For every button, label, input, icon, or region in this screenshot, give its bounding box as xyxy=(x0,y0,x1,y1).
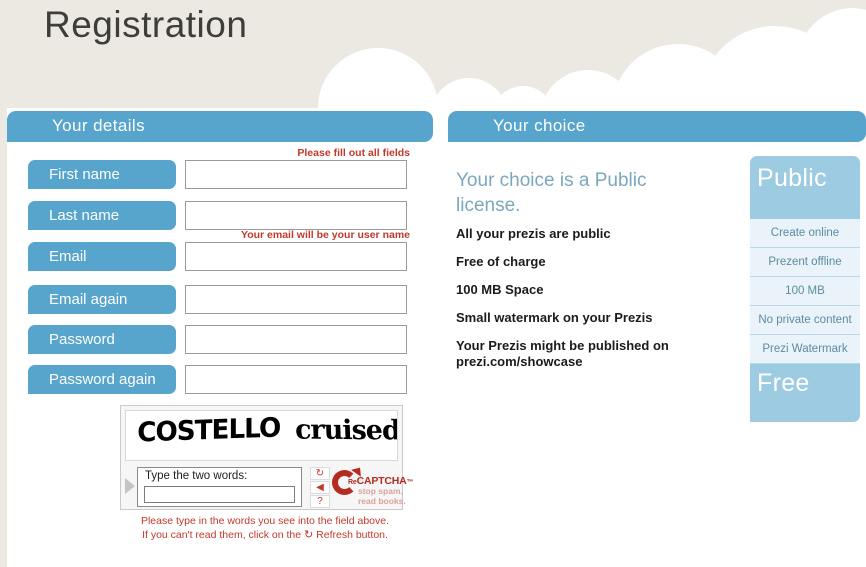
label-first-name: First name xyxy=(28,160,176,189)
last-name-input[interactable] xyxy=(185,201,407,230)
label-password-again: Password again xyxy=(28,365,176,394)
captcha-word-one: COSTELLO xyxy=(137,412,281,449)
choice-heading: Your choice is a Public license. xyxy=(456,170,647,216)
hint-fill-all-fields: Please fill out all fields xyxy=(297,147,410,159)
feature-item: 100 MB Space xyxy=(456,282,544,297)
captcha-instructions-line2-after: Refresh button. xyxy=(316,528,388,541)
recaptcha-brand-tm: ™ xyxy=(406,479,414,486)
registration-page: Registration Your details Your choice Pl… xyxy=(0,0,866,567)
field-row-last-name: Last name xyxy=(7,201,433,232)
captcha-instructions: Please type in the words you see into th… xyxy=(120,515,410,542)
license-card-public[interactable]: Public Create online Prezent offline 100… xyxy=(750,156,860,422)
audio-icon[interactable]: ◀ xyxy=(310,481,330,494)
license-feature-row: Create online xyxy=(750,219,860,248)
feature-item: Small watermark on your Prezis xyxy=(456,310,653,325)
field-row-password-again: Password again xyxy=(7,365,433,396)
license-card-title: Public xyxy=(750,156,860,219)
help-icon[interactable]: ? xyxy=(310,495,330,508)
cloud-base xyxy=(330,96,866,108)
choice-feature-list: All your prezis are public Free of charg… xyxy=(456,226,696,382)
recaptcha-logo: ReCAPTCHA™ stop spam. read books. xyxy=(332,464,414,508)
your-choice-header-label: Your choice xyxy=(493,116,586,135)
captcha-entry-label: Type the two words: xyxy=(145,470,248,482)
cloud-puff xyxy=(792,8,866,108)
captcha-pointer xyxy=(125,478,135,494)
field-row-password: Password xyxy=(7,325,433,356)
password-again-input[interactable] xyxy=(185,365,407,394)
license-feature-row: Prezent offline xyxy=(750,248,860,277)
label-last-name: Last name xyxy=(28,201,176,230)
first-name-input[interactable] xyxy=(185,160,407,189)
refresh-icon[interactable]: ↻ xyxy=(310,467,330,480)
license-card-price: Free xyxy=(750,364,860,422)
captcha-instructions-line2-before: If you can't read them, click on the xyxy=(142,528,302,541)
captcha-challenge-text: COSTELLO cruised xyxy=(135,412,398,449)
feature-item: Free of charge xyxy=(456,254,546,269)
label-password: Password xyxy=(28,325,176,354)
license-feature-row: No private content xyxy=(750,306,860,335)
field-row-email: Your email will be your user name Email xyxy=(7,229,433,273)
hint-email-username: Your email will be your user name xyxy=(240,229,410,241)
your-details-header: Your details xyxy=(7,111,433,142)
captcha-word-two: cruised xyxy=(294,414,398,447)
captcha-response-input[interactable] xyxy=(144,486,295,503)
captcha-instructions-line2: If you can't read them, click on the ↻ R… xyxy=(120,529,410,543)
field-row-email-again: Email again xyxy=(7,285,433,316)
label-email: Email xyxy=(28,242,176,271)
email-again-input[interactable] xyxy=(185,285,407,314)
page-banner: Registration xyxy=(0,0,866,108)
captcha-entry-box: Type the two words: xyxy=(137,467,302,507)
label-email-again: Email again xyxy=(28,285,176,314)
your-details-header-label: Your details xyxy=(52,116,146,135)
recaptcha-brand-prefix: Re xyxy=(348,479,357,486)
your-choice-header: Your choice xyxy=(448,111,866,142)
recaptcha-widget: COSTELLO cruised Type the two words: ↻ ◀ … xyxy=(120,405,414,510)
inline-refresh-icon: ↻ xyxy=(304,528,314,541)
field-row-first-name: Please fill out all fields First name xyxy=(7,147,433,191)
recaptcha-tagline: stop spam. read books. xyxy=(358,486,406,506)
license-feature-row: Prezi Watermark xyxy=(750,335,860,364)
email-input[interactable] xyxy=(185,242,407,271)
feature-item: All your prezis are public xyxy=(456,226,611,241)
captcha-challenge-image: COSTELLO cruised xyxy=(125,410,398,461)
choice-panel: Your choice is a Public license. All you… xyxy=(448,142,866,567)
recaptcha-tagline-line2: read books. xyxy=(358,495,406,506)
license-feature-row: 100 MB xyxy=(750,277,860,306)
password-input[interactable] xyxy=(185,325,407,354)
page-title: Registration xyxy=(44,4,248,45)
captcha-instructions-line1: Please type in the words you see into th… xyxy=(140,515,390,527)
feature-item: Your Prezis might be published on prezi.… xyxy=(456,338,669,369)
